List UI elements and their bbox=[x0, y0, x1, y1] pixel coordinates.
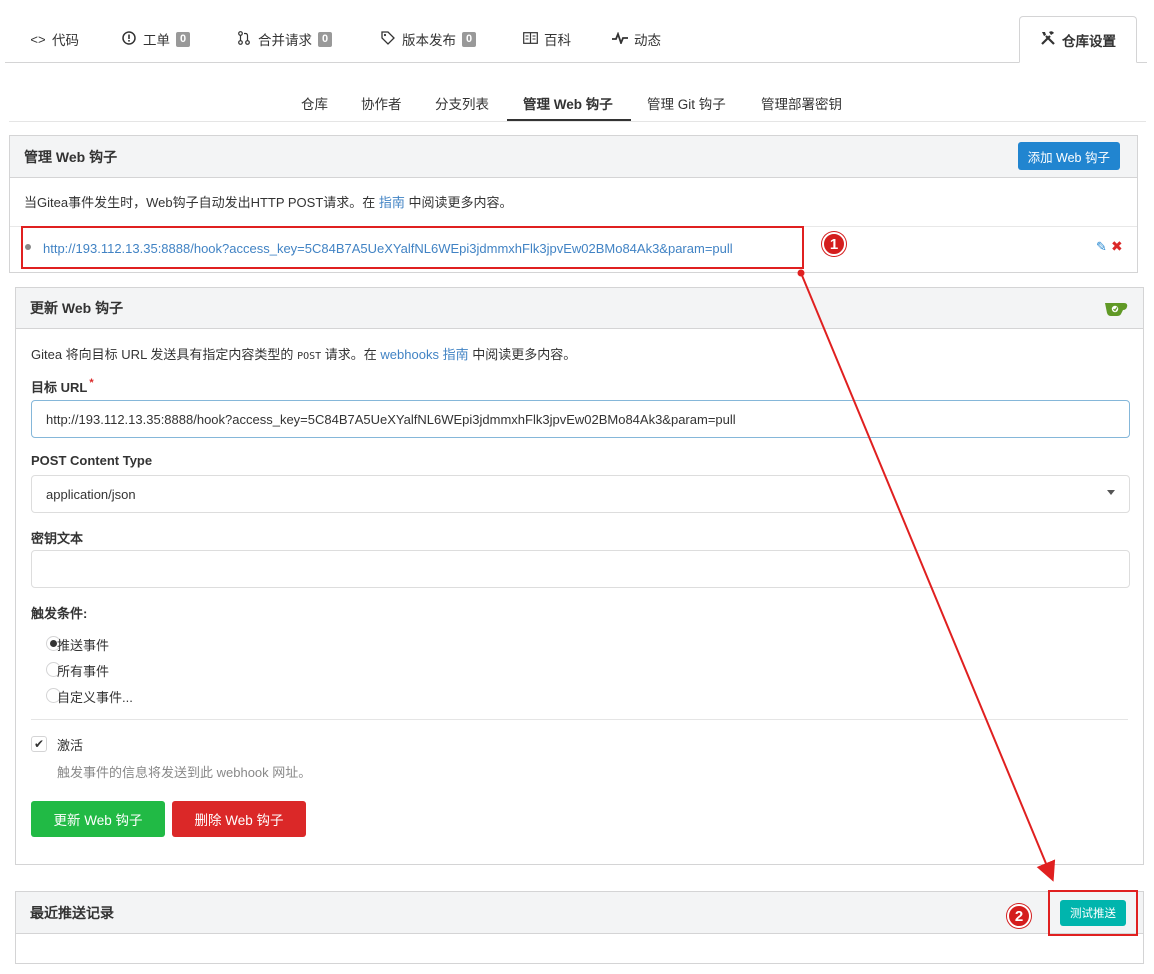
tools-icon bbox=[1040, 30, 1056, 49]
annotation-arrow bbox=[797, 269, 1056, 882]
tab-settings[interactable]: 仓库设置 bbox=[1019, 16, 1137, 63]
tab-settings-label: 仓库设置 bbox=[1062, 33, 1116, 49]
